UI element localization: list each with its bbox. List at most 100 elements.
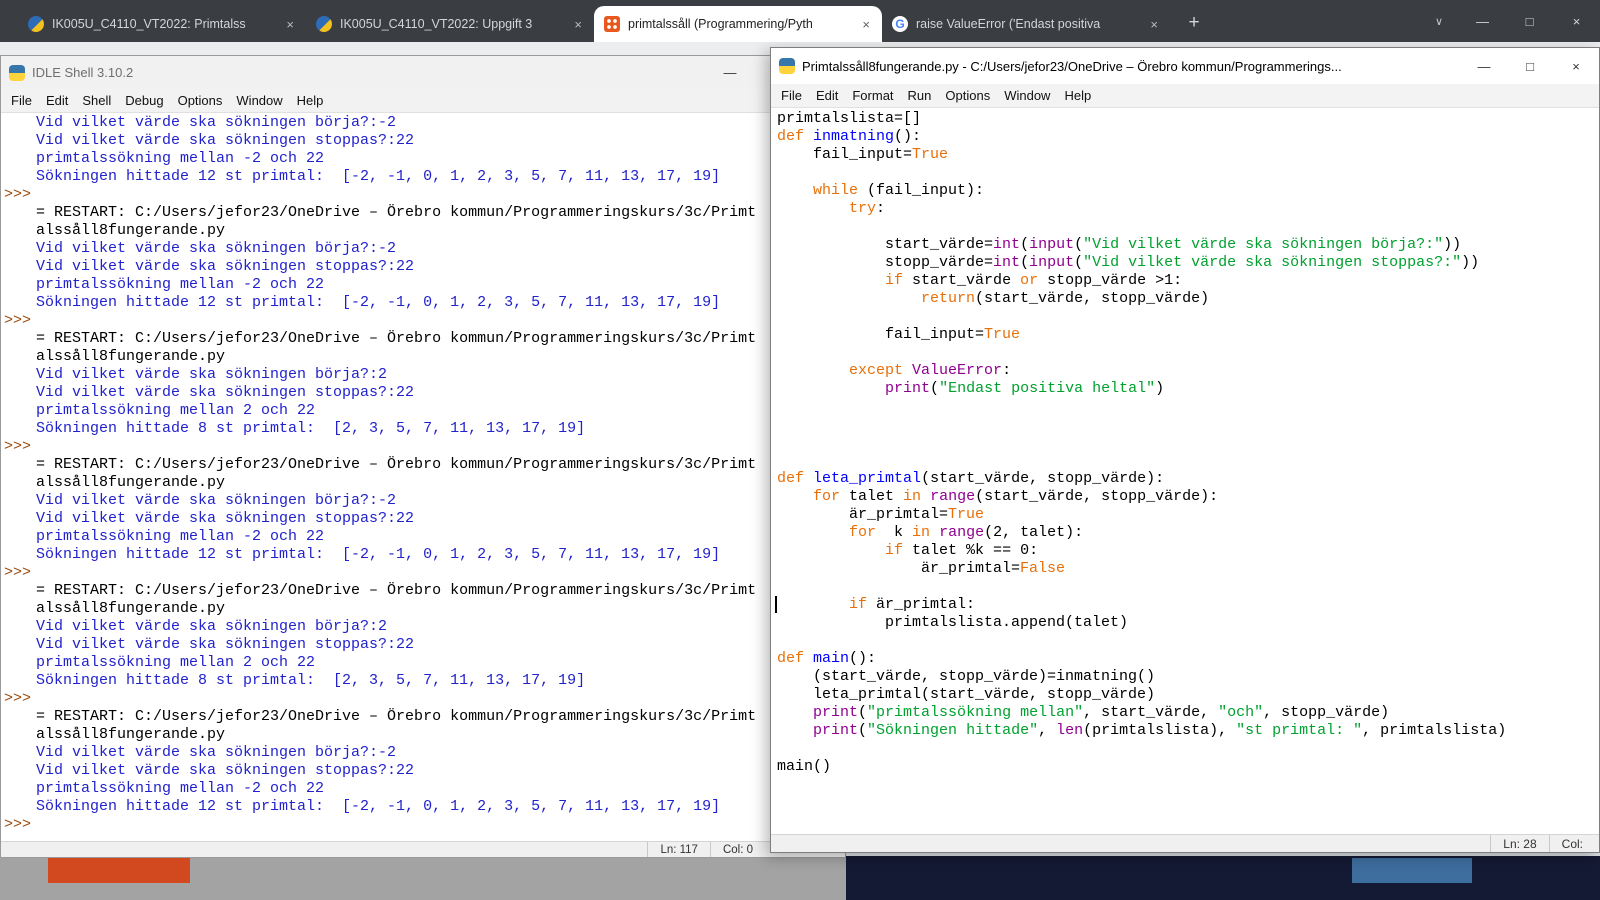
code-token: in: [903, 488, 922, 505]
menu-options[interactable]: Options: [171, 91, 230, 110]
code-token: )): [1443, 236, 1462, 253]
code-token: start_värde=: [777, 236, 994, 253]
chevron-down-icon[interactable]: ∨: [1419, 0, 1459, 42]
shell-prompt-gutter: [2, 276, 36, 294]
shell-console[interactable]: Vid vilket värde ska sökningen börja?:-2…: [2, 114, 844, 840]
shell-prompt-gutter: [2, 762, 36, 780]
menu-shell[interactable]: Shell: [75, 91, 118, 110]
menu-format[interactable]: Format: [845, 86, 900, 105]
browser-maximize-button[interactable]: □: [1506, 0, 1553, 42]
code-token: "och": [1218, 704, 1264, 721]
menu-help[interactable]: Help: [290, 91, 331, 110]
menu-options[interactable]: Options: [938, 86, 997, 105]
tab-close-icon[interactable]: ×: [860, 17, 872, 32]
code-token: (start_värde, stopp_värde):: [921, 470, 1165, 487]
tab-title: IK005U_C4110_VT2022: Uppgift 3: [340, 17, 533, 31]
code-line: leta_primtal(start_värde, stopp_värde): [777, 686, 1598, 704]
shell-line: >>>: [2, 564, 844, 582]
browser-close-button[interactable]: ×: [1553, 0, 1600, 42]
editor-maximize-button[interactable]: □: [1507, 48, 1553, 84]
shell-titlebar[interactable]: IDLE Shell 3.10.2 — □ ×: [1, 56, 845, 89]
editor-minimize-button[interactable]: —: [1461, 48, 1507, 84]
menu-run[interactable]: Run: [901, 86, 939, 105]
shell-prompt-gutter: [2, 510, 36, 528]
shell-line: = RESTART: C:/Users/jefor23/OneDrive – Ö…: [2, 582, 844, 600]
shell-line: >>>: [2, 438, 844, 456]
shell-text: = RESTART: C:/Users/jefor23/OneDrive – Ö…: [36, 204, 757, 221]
code-token: if: [885, 542, 904, 559]
tab-close-icon[interactable]: ×: [284, 17, 296, 32]
code-token: (primtalslista),: [1083, 722, 1237, 739]
code-token: ValueError: [912, 362, 1003, 379]
shell-line: Vid vilket värde ska sökningen stoppas?:…: [2, 762, 844, 780]
shell-text: Sökningen hittade 12 st primtal: [-2, -1…: [36, 798, 721, 815]
menu-file[interactable]: File: [4, 91, 39, 110]
new-tab-button[interactable]: +: [1180, 9, 1208, 37]
code-token: "Endast positiva heltal": [939, 380, 1156, 397]
moodle-favicon-icon: [28, 16, 44, 32]
shell-text: = RESTART: C:/Users/jefor23/OneDrive – Ö…: [36, 330, 757, 347]
shell-prompt-gutter: [2, 150, 36, 168]
shell-prompt-gutter: [2, 492, 36, 510]
menu-help[interactable]: Help: [1057, 86, 1098, 105]
menu-file[interactable]: File: [774, 86, 809, 105]
shell-prompt-gutter: [2, 636, 36, 654]
browser-tabs: IK005U_C4110_VT2022: Primtalss × IK005U_C4…: [0, 0, 1170, 42]
code-token: "Sökningen hittade": [867, 722, 1039, 739]
shell-prompt-gutter: [2, 114, 36, 132]
menu-window[interactable]: Window: [997, 86, 1057, 105]
code-token: leta_primtal: [813, 470, 922, 487]
shell-output: Vid vilket värde ska sökningen börja?:-2…: [2, 114, 844, 834]
code-editor[interactable]: primtalslista=[] def inmatning(): fail_in…: [772, 108, 1598, 833]
browser-tab[interactable]: Graise ValueError ('Endast positiva ×: [882, 6, 1170, 42]
code-token: True: [912, 146, 949, 163]
code-line: try:: [777, 200, 1598, 218]
taskbar-app-icon[interactable]: [1352, 858, 1472, 883]
browser-tab[interactable]: IK005U_C4110_VT2022: Uppgift 3 ×: [306, 6, 594, 42]
editor-titlebar[interactable]: Primtalssåll8fungerande.py - C:/Users/je…: [771, 48, 1599, 84]
tab-close-icon[interactable]: ×: [572, 17, 584, 32]
code-token: (: [858, 704, 868, 721]
code-token: print: [885, 380, 931, 397]
code-line: (start_värde, stopp_värde)=inmatning(): [777, 668, 1598, 686]
menu-edit[interactable]: Edit: [809, 86, 845, 105]
shell-minimize-button[interactable]: —: [707, 56, 753, 89]
code-token: in: [912, 524, 931, 541]
tab-close-icon[interactable]: ×: [1148, 17, 1160, 32]
code-token: (: [1074, 254, 1084, 271]
shell-menubar: File Edit Shell Debug Options Window Help: [1, 89, 845, 113]
browser-minimize-button[interactable]: —: [1459, 0, 1506, 42]
taskbar-powerpoint-icon[interactable]: [48, 858, 190, 883]
editor-statusbar: Ln: 28 Col:: [771, 834, 1599, 852]
shell-text: Vid vilket värde ska sökningen stoppas?:…: [36, 636, 415, 653]
shell-statusbar: Ln: 117 Col: 0: [1, 841, 845, 857]
browser-tab[interactable]: primtalssåll (Programmering/Pyth ×: [594, 6, 882, 42]
shell-text: Vid vilket värde ska sökningen stoppas?:…: [36, 258, 415, 275]
code-token: for: [813, 488, 841, 505]
shell-prompt-gutter: [2, 456, 36, 474]
shell-prompt-gutter: [2, 402, 36, 420]
shell-prompt-gutter: [2, 726, 36, 744]
menu-debug[interactable]: Debug: [118, 91, 170, 110]
browser-tab[interactable]: IK005U_C4110_VT2022: Primtalss ×: [18, 6, 306, 42]
code-token: "Vid vilket värde ska sökningen stoppas?…: [1083, 254, 1462, 271]
menu-window[interactable]: Window: [229, 91, 289, 110]
menu-edit[interactable]: Edit: [39, 91, 75, 110]
idle-shell-window: IDLE Shell 3.10.2 — □ × FileEditShellDeb…: [0, 55, 846, 858]
code-token: (fail_input):: [858, 182, 985, 199]
shell-prompt-gutter: [2, 240, 36, 258]
editor-close-button[interactable]: ×: [1553, 48, 1599, 84]
shell-prompt: >>>: [4, 438, 32, 455]
google-favicon-icon: G: [892, 16, 908, 32]
